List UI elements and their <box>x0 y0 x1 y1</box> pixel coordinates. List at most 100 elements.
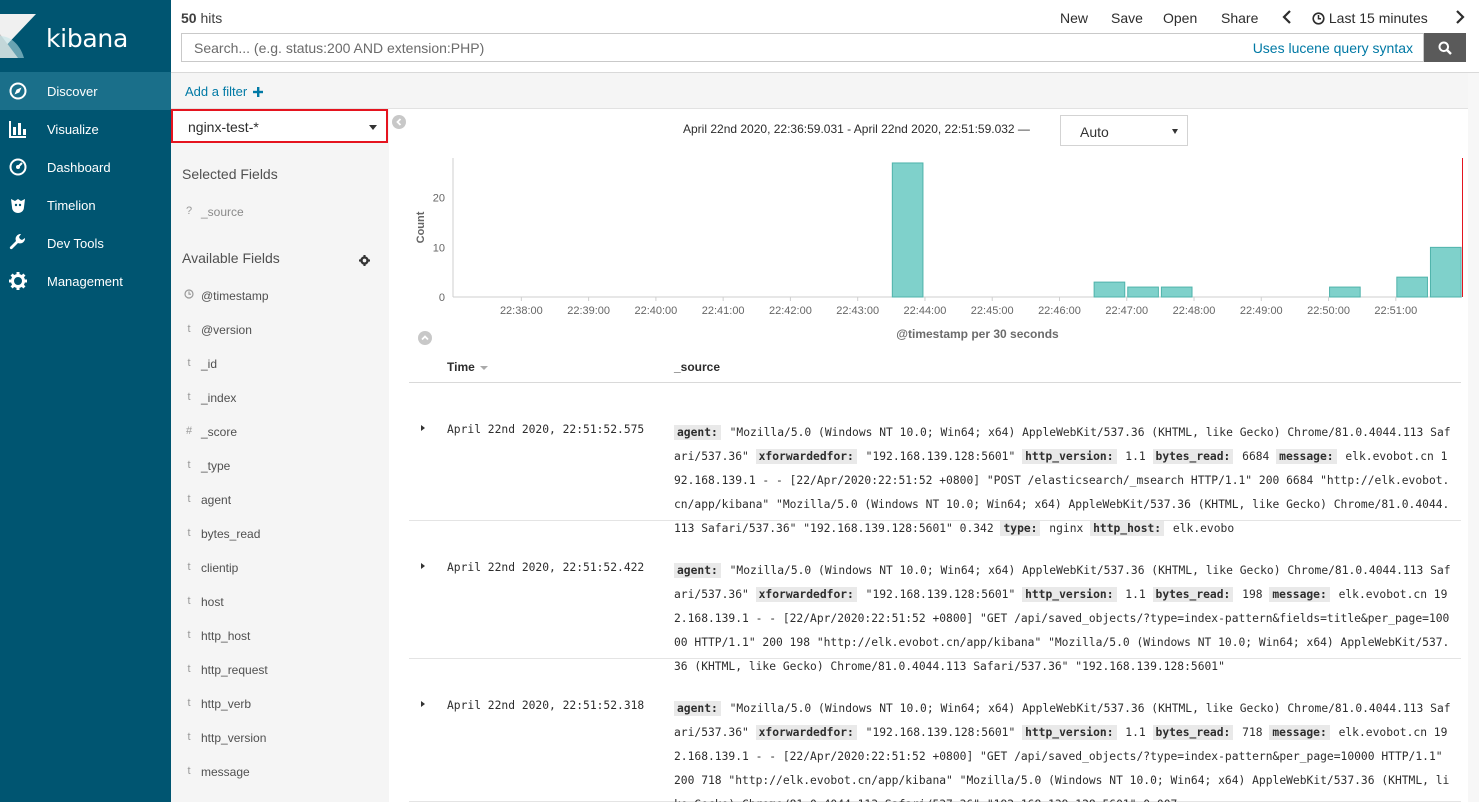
caret-down-icon <box>369 125 377 130</box>
histogram-bar[interactable] <box>1329 286 1361 298</box>
field-name: http_verb <box>201 697 252 711</box>
field-name: message <box>201 765 250 779</box>
source-value: 1.1 <box>1118 726 1153 739</box>
field-type-icon: t <box>187 663 191 675</box>
histogram-chart: 0 10 20 Count 22:38:00 22:39:00 22:40:00 22:41:… <box>405 150 1475 345</box>
field-type-icon: t <box>187 391 191 403</box>
field-name: @timestamp <box>201 289 269 303</box>
index-pattern-value: nginx-test-* <box>188 119 259 135</box>
search-bar: Uses lucene query syntax <box>181 33 1424 62</box>
expand-row-icon[interactable] <box>421 563 425 569</box>
field-type-icon: t <box>187 493 191 505</box>
nav-item-visualize[interactable]: Visualize <box>0 110 171 148</box>
field-item[interactable]: t @version <box>171 323 389 357</box>
collapse-sidebar-button[interactable] <box>392 115 406 129</box>
field-type-icon: t <box>187 731 191 743</box>
time-range-text: April 22nd 2020, 22:36:59.031 - April 22… <box>683 122 1030 136</box>
field-settings-gear-icon[interactable] <box>359 253 370 271</box>
index-pattern-select[interactable]: nginx-test-* <box>171 109 388 143</box>
histogram-bar[interactable] <box>1396 276 1428 298</box>
source-value: 1.1 <box>1118 588 1153 601</box>
field-item[interactable]: t _id <box>171 357 389 391</box>
time-prev-button[interactable] <box>1282 10 1292 27</box>
share-button[interactable]: Share <box>1221 10 1258 26</box>
field-item[interactable]: @timestamp <box>171 289 389 323</box>
plus-icon <box>252 87 263 97</box>
histogram-bar[interactable] <box>1429 246 1462 298</box>
x-tick-label: 22:46:00 <box>1038 305 1081 317</box>
add-filter-label: Add a filter <box>185 84 248 99</box>
page-scrollbar[interactable] <box>1468 73 1479 802</box>
field-item[interactable]: t http_request <box>171 663 389 697</box>
field-item[interactable]: t message <box>171 765 389 799</box>
source-key: http_version: <box>1022 587 1117 602</box>
field-name: agent <box>201 493 232 507</box>
time-header-label: Time <box>447 360 475 374</box>
search-input[interactable] <box>182 34 1222 61</box>
field-item[interactable]: # _score <box>171 425 389 459</box>
open-button[interactable]: Open <box>1163 10 1197 26</box>
row-time: April 22nd 2020, 22:51:52.422 <box>447 561 645 574</box>
field-item[interactable]: t _type <box>171 459 389 493</box>
nav-item-dashboard[interactable]: Dashboard <box>0 148 171 186</box>
timelion-icon <box>9 196 27 214</box>
field-type-icon: t <box>187 357 191 369</box>
field-name: _index <box>201 391 237 405</box>
source-key: xforwardedfor: <box>755 587 857 602</box>
field-item[interactable]: t clientip <box>171 561 389 595</box>
y-tick-label: 20 <box>433 193 445 205</box>
field-item[interactable]: t agent <box>171 493 389 527</box>
add-filter-button[interactable]: Add a filter <box>185 84 263 99</box>
time-picker-button[interactable]: Last 15 minutes <box>1312 10 1428 26</box>
histogram-bar[interactable] <box>1093 281 1126 298</box>
field-item-source[interactable]: ? _source <box>171 205 389 239</box>
time-next-button[interactable] <box>1455 10 1465 27</box>
nav-item-discover[interactable]: Discover <box>0 72 171 110</box>
field-item[interactable]: t _index <box>171 391 389 425</box>
field-type-icon: t <box>187 459 191 471</box>
source-key: bytes_read: <box>1152 725 1234 740</box>
source-key: bytes_read: <box>1152 449 1234 464</box>
row-time: April 22nd 2020, 22:51:52.575 <box>447 423 645 436</box>
table-row: April 22nd 2020, 22:51:52.575 agent: "Moz… <box>409 383 1461 536</box>
histogram-bar[interactable] <box>1160 286 1193 298</box>
source-value: 1.1 <box>1118 450 1153 463</box>
lucene-syntax-link[interactable]: Uses lucene query syntax <box>1253 40 1413 56</box>
x-tick-label: 22:44:00 <box>904 305 947 317</box>
field-name: host <box>201 595 224 609</box>
nav-item-dev-tools[interactable]: Dev Tools <box>0 224 171 262</box>
field-item[interactable]: t http_verb <box>171 697 389 731</box>
chevron-left-icon <box>396 118 402 126</box>
source-key: xforwardedfor: <box>755 449 857 464</box>
nav-label: Timelion <box>47 197 96 213</box>
x-tick-label: 22:48:00 <box>1173 305 1216 317</box>
dashboard-icon <box>9 158 27 176</box>
bar-chart-icon <box>9 120 27 138</box>
field-type-icon: # <box>185 425 193 437</box>
new-button[interactable]: New <box>1060 10 1088 26</box>
source-key: agent: <box>674 701 721 716</box>
field-item[interactable]: t http_host <box>171 629 389 663</box>
source-value: 6684 <box>1235 450 1277 463</box>
save-button[interactable]: Save <box>1111 10 1143 26</box>
kibana-logo[interactable]: kibana <box>0 0 171 73</box>
nav-item-timelion[interactable]: Timelion <box>0 186 171 224</box>
histogram-bar[interactable] <box>1127 286 1159 298</box>
search-button[interactable] <box>1424 33 1466 62</box>
nav-item-management[interactable]: Management <box>0 262 171 300</box>
field-item[interactable]: t host <box>171 595 389 629</box>
interval-select[interactable]: Auto <box>1060 115 1188 146</box>
time-column-header[interactable]: Time <box>447 360 489 374</box>
field-item[interactable]: t http_version <box>171 731 389 765</box>
expand-row-icon[interactable] <box>421 425 425 431</box>
histogram-bar[interactable] <box>891 162 924 298</box>
field-item[interactable]: t bytes_read <box>171 527 389 561</box>
document-table: Time _source April 22nd 2020, 22:51:52.5… <box>409 352 1461 802</box>
x-tick-label: 22:47:00 <box>1105 305 1148 317</box>
x-axis-label: @timestamp per 30 seconds <box>896 327 1059 341</box>
expand-row-icon[interactable] <box>421 701 425 707</box>
wrench-icon <box>9 234 27 252</box>
source-value: 718 <box>1235 726 1270 739</box>
table-row: April 22nd 2020, 22:51:52.318 agent: "Moz… <box>409 659 1461 802</box>
hits-count: 50 hits <box>181 10 222 26</box>
